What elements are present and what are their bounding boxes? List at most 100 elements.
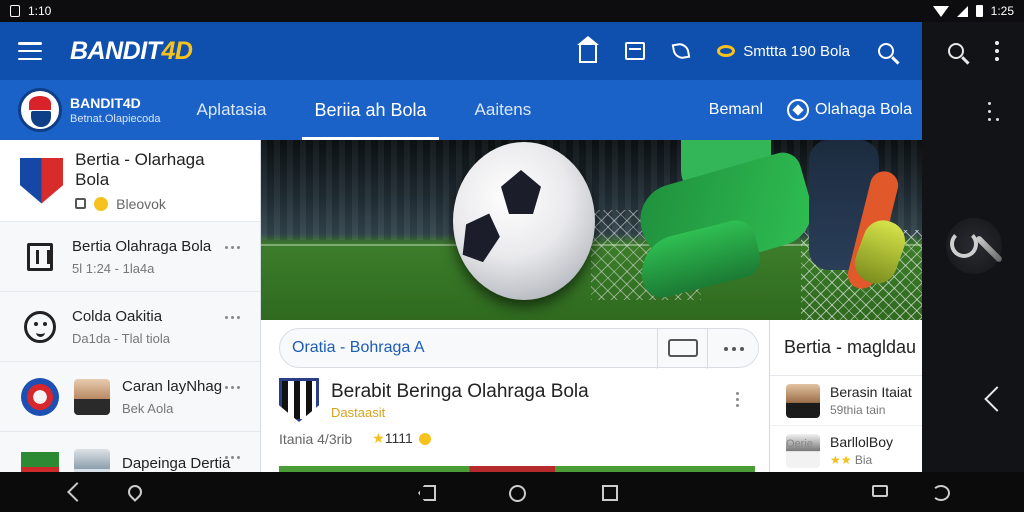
brand-text-part1: BANDIT (70, 36, 162, 65)
player-avatar (74, 378, 110, 415)
player-avatar (786, 383, 820, 418)
recent-apps-icon[interactable] (602, 485, 618, 501)
flag-icon (27, 242, 53, 271)
related-item[interactable]: BarllolBoy ★★ Bia (770, 426, 922, 476)
calendar-icon[interactable] (625, 42, 646, 60)
star-icon: ★ (372, 430, 385, 446)
emoji-icon (94, 196, 109, 211)
right-system-panel (922, 22, 1024, 472)
app-header: BANDIT4D Smttta 190 Bola (0, 22, 922, 80)
related-label: Oerie (786, 438, 813, 450)
article-subtitle: Dastaasit (331, 404, 386, 420)
tab-aaitens[interactable]: Aaitens (475, 80, 532, 140)
logo-subtitle: Betnat.Olapiecoda (70, 113, 161, 125)
home-circle-icon[interactable] (509, 485, 526, 502)
hero-image[interactable] (261, 140, 922, 320)
divider (657, 329, 658, 369)
article-date: Itania 4/3rib (279, 430, 353, 447)
more-options-icon[interactable] (225, 316, 240, 319)
sidebar-item-title: Caran layNhag (122, 377, 223, 395)
sidebar-item-title: Bertia Olahraga Bola (72, 237, 212, 255)
more-options-icon[interactable] (225, 246, 240, 249)
logo-title: BANDIT4D (70, 95, 141, 111)
sidebar-item[interactable]: Caran layNhag Bek Aola (0, 362, 260, 432)
related-item-title: BarllolBoy (830, 434, 894, 450)
club-logo-block[interactable]: BANDIT4D Betnat.Olapiecoda (18, 88, 161, 132)
divider (707, 329, 708, 369)
article-menu-icon[interactable] (736, 392, 739, 407)
overflow-menu-icon[interactable] (994, 41, 999, 61)
stars-icon: ★★ (830, 453, 852, 467)
coin-label: Smttta 190 Bola (743, 42, 850, 60)
battery-icon (975, 5, 983, 17)
news-sidebar: Bertia - Olarhaga Bola Bleovok Bertia Ol… (0, 140, 261, 502)
panel-search-icon[interactable] (947, 43, 964, 59)
sidebar-item-title: Dapeinga Dertia (122, 455, 231, 472)
club-badge-icon (21, 377, 59, 416)
club-logo-icon (18, 88, 62, 132)
signal-icon (956, 5, 968, 17)
more-options-icon[interactable] (724, 347, 744, 351)
tab-olahaga-bola-label: Olahaga Bola (815, 101, 912, 118)
status-time-left: 1:10 (28, 4, 52, 18)
tab-olahaga-bola[interactable]: Olahaga Bola (787, 99, 912, 121)
sidebar-header-meta: Bleovok (116, 195, 166, 212)
back-icon[interactable] (418, 485, 436, 501)
home-icon[interactable] (577, 36, 600, 63)
grid-dots-icon[interactable] (988, 102, 1004, 124)
tab-bemanl[interactable]: Bemanl (709, 101, 763, 119)
tab-aplatasia[interactable]: Aplatasia (197, 80, 267, 140)
sidebar-item-subtitle: Da1da - Tlal tiola (72, 330, 171, 346)
related-item-subtitle-text: Bia (854, 453, 873, 467)
reaction-icon (418, 433, 431, 446)
related-item-subtitle: ★★ Bia (830, 453, 893, 467)
rotate-screen-icon[interactable] (932, 485, 950, 501)
sim-icon (10, 5, 20, 17)
rating-value: 1111 (384, 430, 413, 446)
more-options-icon[interactable] (225, 456, 240, 459)
nav-back-icon[interactable] (67, 482, 87, 502)
tab-bar: BANDIT4D Betnat.Olapiecoda Aplatasia Ber… (0, 80, 922, 140)
sidebar-item-title: Colda Oakitia (72, 307, 163, 325)
sidebar-header-title: Bertia - Olarhaga Bola (75, 149, 205, 189)
status-time-right: 1:25 (990, 4, 1014, 18)
square-icon (75, 198, 87, 209)
tabs-icon[interactable] (872, 485, 888, 497)
menu-icon[interactable] (18, 42, 42, 60)
club-crest-icon (20, 157, 64, 204)
related-item[interactable]: Berasin Itaiat 59thia tain (770, 376, 922, 426)
soccer-ball (453, 142, 595, 300)
rotate-icon (950, 230, 978, 258)
sidebar-item-subtitle: 5l 1:24 - 1la4a (72, 260, 155, 276)
search-icon[interactable] (878, 43, 894, 59)
more-options-icon[interactable] (225, 386, 240, 389)
brand-logo[interactable]: BANDIT4D (70, 36, 193, 66)
sidebar-item[interactable]: Colda Oakitia Da1da - Tlal tiola (0, 292, 260, 362)
related-news-card: Bertia - magldau Berasin Itaiat 59thia t… (770, 320, 922, 476)
filter-label: Oratia - Bohraga A (292, 339, 425, 356)
nav-assistant-icon[interactable] (125, 482, 145, 502)
tab-beriia-ah-bola[interactable]: Beriia ah Bola (302, 80, 439, 140)
sidebar-header[interactable]: Bertia - Olarhaga Bola Bleovok (0, 140, 260, 222)
screen: 1:10 1:25 BANDIT4D Smttta 190 Bola BANDI… (0, 0, 1024, 512)
related-item-subtitle: 59thia tain (830, 403, 886, 417)
related-heading: Bertia - magldau (770, 320, 922, 376)
article-title[interactable]: Berabit Beringa Olahraga Bola (331, 381, 589, 403)
schedule-icon[interactable] (668, 339, 698, 357)
collapse-panel-icon[interactable] (984, 386, 1010, 412)
article-item[interactable]: Berabit Beringa Olahraga Bola Dastaasit … (279, 378, 759, 447)
brand-text-part2: 4D (161, 36, 193, 65)
wifi-icon (932, 5, 949, 17)
face-icon (24, 310, 56, 343)
club-shield-icon (279, 378, 319, 422)
coin-balance[interactable]: Smttta 190 Bola (717, 43, 850, 60)
status-bar: 1:10 1:25 (0, 0, 1024, 22)
soccer-ball-icon (787, 99, 810, 121)
coin-icon (717, 45, 736, 57)
feather-icon[interactable] (671, 41, 691, 61)
sidebar-item[interactable]: Bertia Olahraga Bola 5l 1:24 - 1la4a (0, 222, 260, 292)
filter-bar[interactable]: Oratia - Bohraga A (279, 328, 759, 369)
rating: ★1111 (372, 430, 431, 447)
related-item-title: Berasin Itaiat (830, 384, 912, 400)
sidebar-item-subtitle: Bek Aola (122, 400, 174, 416)
